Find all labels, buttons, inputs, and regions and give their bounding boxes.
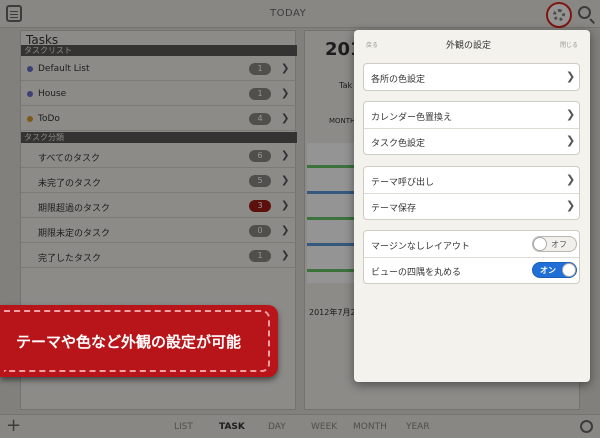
- settings-group: テーマ呼び出し ❯ テーマ保存 ❯: [363, 166, 580, 220]
- part-colors-item[interactable]: 各所の色設定 ❯: [364, 64, 579, 90]
- popover-header: 戻る 外観の設定 閉じる: [354, 30, 590, 58]
- settings-group: カレンダー色置換え ❯ タスク色設定 ❯: [363, 101, 580, 155]
- item-label: マージンなしレイアウト: [371, 242, 470, 252]
- rounded-corners-item: ビューの四隅を丸める オン: [364, 257, 579, 283]
- appearance-settings-popover: 戻る 外観の設定 閉じる 各所の色設定 ❯ カレンダー色置換え ❯ タスク色設定…: [354, 30, 590, 382]
- settings-group: 各所の色設定 ❯: [363, 63, 580, 91]
- item-label: テーマ保存: [371, 204, 417, 214]
- toggle-state: オン: [540, 266, 556, 275]
- settings-group: マージンなしレイアウト オフ ビューの四隅を丸める オン: [363, 230, 580, 284]
- close-button[interactable]: 閉じる: [560, 40, 578, 49]
- chevron-right-icon: ❯: [566, 134, 576, 147]
- theme-load-item[interactable]: テーマ呼び出し ❯: [364, 167, 579, 193]
- task-color-item[interactable]: タスク色設定 ❯: [364, 128, 579, 154]
- chevron-right-icon: ❯: [566, 108, 576, 121]
- no-margin-layout-toggle[interactable]: オフ: [532, 236, 577, 252]
- item-label: テーマ呼び出し: [371, 178, 435, 188]
- popover-title: 外観の設定: [446, 41, 492, 51]
- item-label: カレンダー色置換え: [371, 113, 453, 123]
- chevron-right-icon: ❯: [566, 173, 576, 186]
- theme-save-item[interactable]: テーマ保存 ❯: [364, 193, 579, 219]
- no-margin-layout-item: マージンなしレイアウト オフ: [364, 231, 579, 257]
- toggle-knob: [533, 237, 547, 251]
- promo-banner: テーマや色など外観の設定が可能: [0, 305, 278, 377]
- back-button[interactable]: 戻る: [366, 40, 378, 49]
- toggle-state: オフ: [551, 240, 567, 249]
- calendar-color-swap-item[interactable]: カレンダー色置換え ❯: [364, 102, 579, 128]
- chevron-right-icon: ❯: [566, 70, 576, 83]
- item-label: 各所の色設定: [371, 75, 426, 85]
- chevron-right-icon: ❯: [566, 199, 576, 212]
- item-label: ビューの四隅を丸める: [371, 268, 462, 278]
- toggle-knob: [562, 263, 576, 277]
- banner-text: テーマや色など外観の設定が可能: [16, 333, 242, 351]
- rounded-corners-toggle[interactable]: オン: [532, 262, 577, 278]
- item-label: タスク色設定: [371, 139, 426, 149]
